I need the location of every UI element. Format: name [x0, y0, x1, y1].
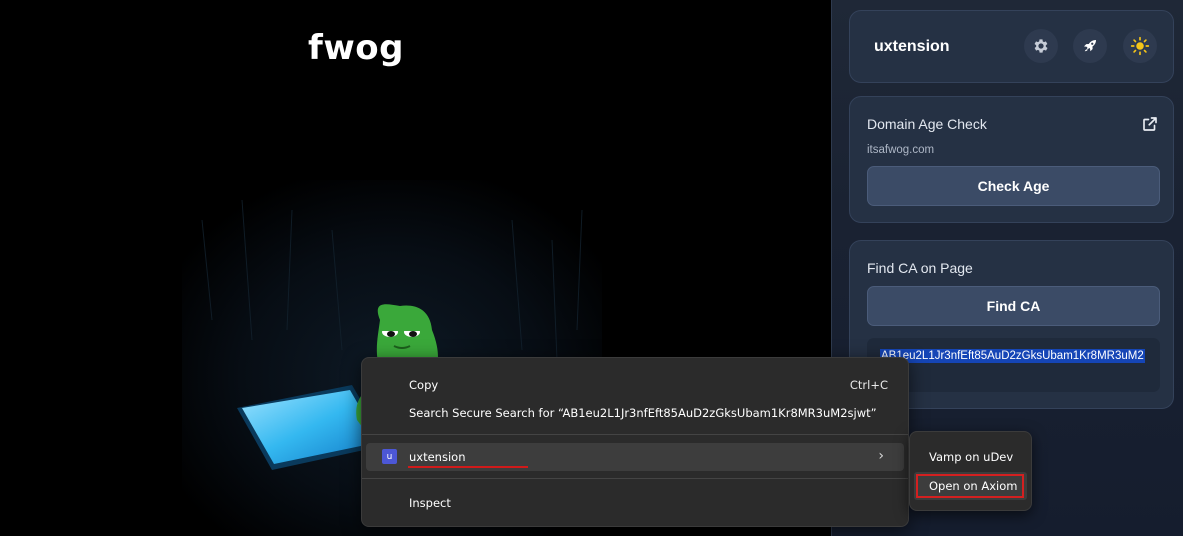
check-age-button[interactable]: Check Age [867, 166, 1160, 206]
external-link-button[interactable] [1141, 115, 1159, 138]
menu-item-label: Search Secure Search for “AB1eu2L1Jr3nfE… [409, 406, 877, 420]
theme-toggle-button[interactable] [1123, 29, 1157, 63]
menu-item-label: uxtension [409, 450, 466, 464]
find-ca-button[interactable]: Find CA [867, 286, 1160, 326]
red-highlight-annotation [916, 474, 1024, 498]
page-title: fwog [308, 28, 404, 68]
red-underline-annotation [408, 466, 528, 468]
launch-button[interactable] [1073, 29, 1107, 63]
settings-button[interactable] [1024, 29, 1058, 63]
extension-header: uxtension [849, 10, 1174, 83]
domain-age-card: Domain Age Check itsafwog.com Check Age [849, 96, 1174, 223]
context-menu: Copy Ctrl+C Search Secure Search for “AB… [361, 357, 909, 527]
menu-separator [362, 478, 908, 479]
menu-item-inspect[interactable]: Inspect [362, 489, 908, 517]
gear-icon [1034, 39, 1048, 53]
external-link-icon [1143, 117, 1157, 131]
sun-icon [1130, 36, 1150, 56]
menu-item-label: Copy [409, 378, 439, 392]
menu-item-copy[interactable]: Copy Ctrl+C [362, 371, 908, 399]
domain-name: itsafwog.com [867, 144, 935, 156]
ca-result-text[interactable]: AB1eu2L1Jr3nfEft85AuD2zGksUbam1Kr8MR3uM2 [880, 349, 1145, 363]
rocket-icon [1084, 40, 1096, 52]
menu-item-search[interactable]: Search Secure Search for “AB1eu2L1Jr3nfE… [362, 399, 908, 427]
menu-item-uxtension[interactable]: u uxtension › [366, 443, 904, 471]
menu-separator [362, 434, 908, 435]
submenu-item-vamp-udev[interactable]: Vamp on uDev [910, 443, 1031, 471]
uxtension-submenu: Vamp on uDev Open on Axiom [909, 431, 1032, 511]
submenu-item-label: Vamp on uDev [929, 450, 1014, 464]
extension-title: uxtension [874, 38, 950, 55]
extension-icon: u [382, 449, 397, 464]
menu-item-shortcut: Ctrl+C [849, 378, 888, 392]
menu-item-label: Inspect [409, 496, 451, 510]
chevron-right-icon: › [878, 448, 884, 464]
find-ca-title: Find CA on Page [867, 260, 973, 276]
domain-age-title: Domain Age Check [867, 116, 987, 132]
ca-result-box[interactable]: AB1eu2L1Jr3nfEft85AuD2zGksUbam1Kr8MR3uM2 [867, 338, 1160, 392]
